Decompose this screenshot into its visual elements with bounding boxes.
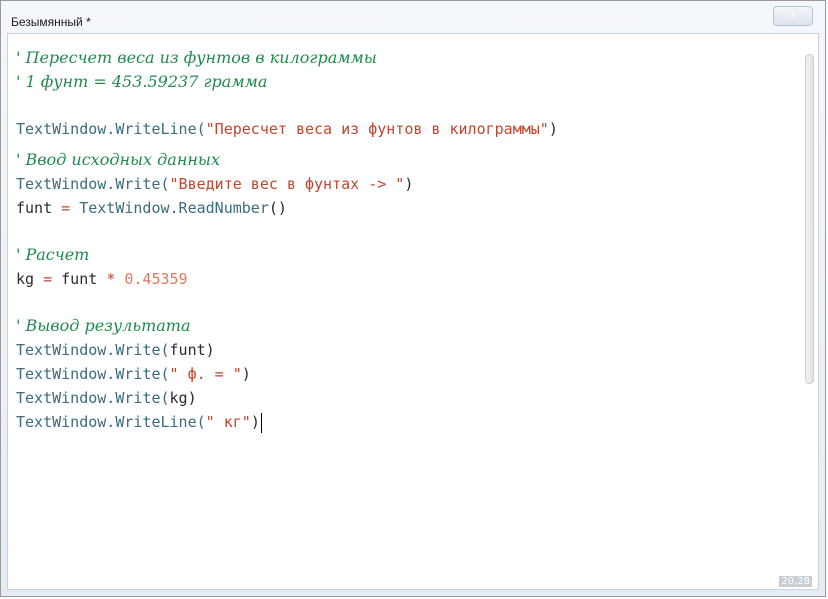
text-caret: [260, 412, 262, 433]
code-line-5: TextWindow.Write("Введите вес в фунтах -…: [16, 175, 414, 193]
code-line-2: ' 1 фунт = 453.59237 грамма: [16, 72, 268, 91]
code-area[interactable]: ' Пересчет веса из фунтов в килограммы '…: [16, 46, 794, 434]
close-button[interactable]: x: [773, 6, 813, 26]
code-line-10: TextWindow.Write(funt): [16, 341, 215, 359]
code-line-4: ' Ввод исходных данных: [16, 150, 220, 169]
editor-window: Безымянный * x ' Пересчет веса из фунтов…: [0, 0, 826, 597]
code-line-7: ' Расчет: [16, 245, 90, 264]
code-line-3: TextWindow.WriteLine("Пересчет веса из ф…: [16, 120, 558, 138]
code-line-11: TextWindow.Write(" ф. = "): [16, 365, 251, 383]
code-line-6: funt = TextWindow.ReadNumber(): [16, 199, 287, 217]
code-line-12: TextWindow.Write(kg): [16, 389, 197, 407]
code-line-1: ' Пересчет веса из фунтов в килограммы: [16, 48, 377, 67]
code-line-8: kg = funt * 0.45359: [16, 270, 188, 288]
window-title: Безымянный *: [11, 15, 91, 29]
cursor-position-indicator: 20,28: [779, 576, 812, 587]
code-line-13: TextWindow.WriteLine(" кг"): [16, 412, 262, 433]
title-bar: Безымянный * x: [1, 1, 825, 33]
vertical-scrollbar[interactable]: [805, 54, 814, 384]
close-icon: x: [790, 10, 796, 21]
code-line-9: ' Вывод результата: [16, 316, 191, 335]
code-editor[interactable]: ' Пересчет веса из фунтов в килограммы '…: [7, 33, 819, 590]
